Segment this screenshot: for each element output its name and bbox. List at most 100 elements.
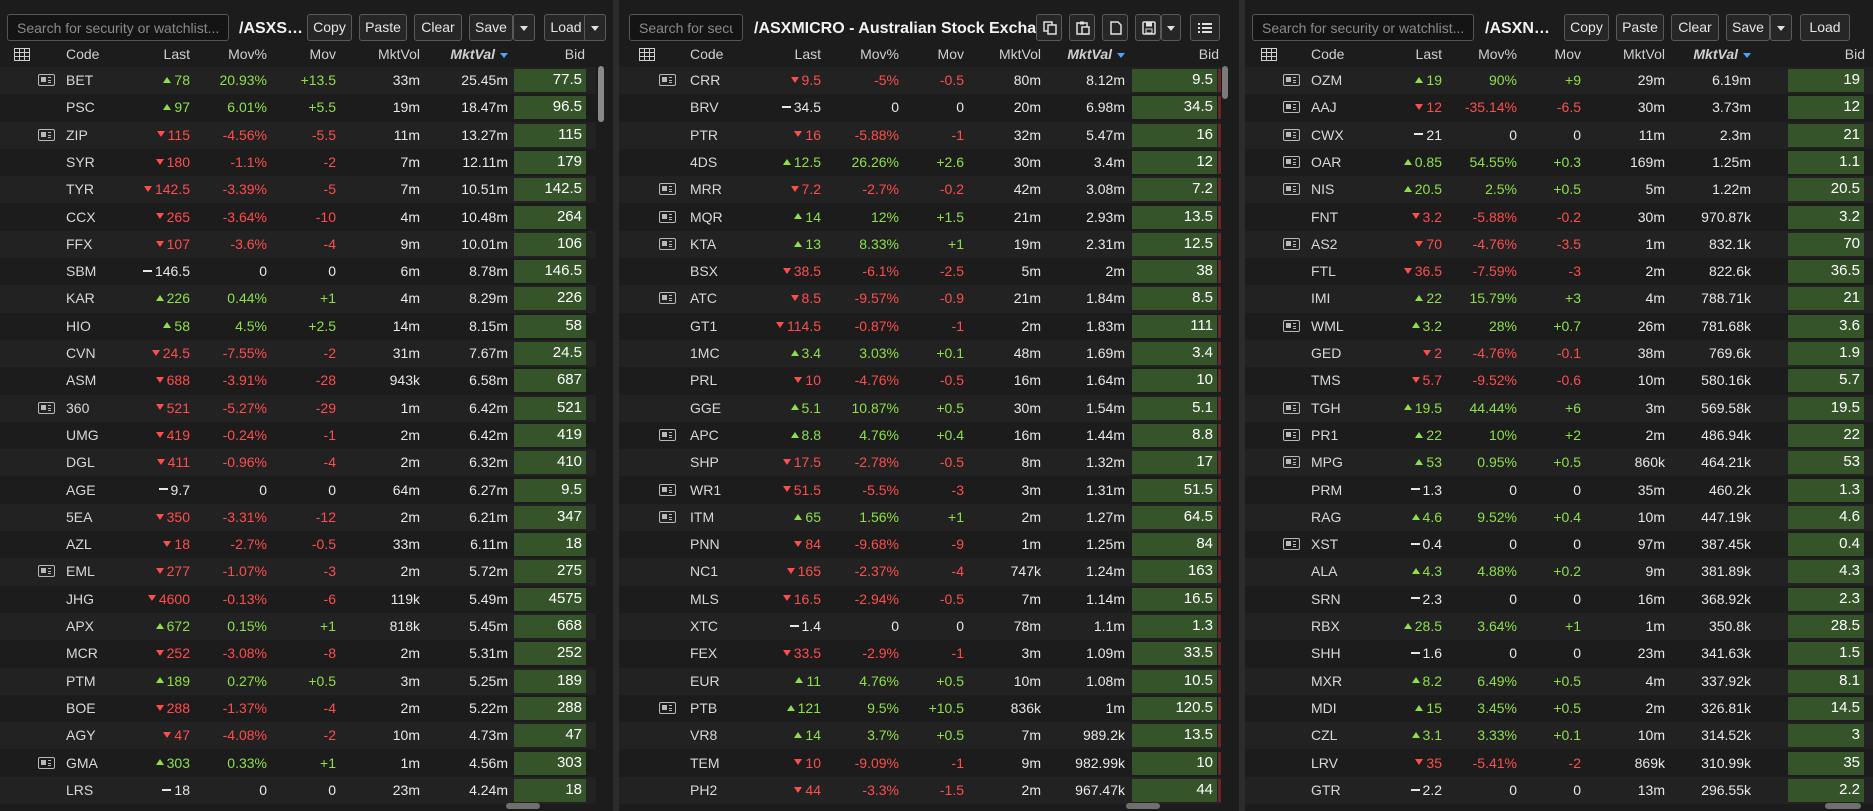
bid-price[interactable]: 2.3 xyxy=(1788,587,1864,611)
save-dropdown-chevron-down-icon[interactable] xyxy=(513,14,535,41)
table-row[interactable]: IMI 22 15.79% +3 4m 788.71k 21 xyxy=(1245,285,1873,313)
security-code[interactable]: SYR xyxy=(66,154,95,170)
news-icon[interactable] xyxy=(659,428,676,441)
table-row[interactable]: APC 8.8 4.76% +0.4 16m 1.44m 8.8 xyxy=(619,422,1221,449)
bid-price[interactable]: 1.3 xyxy=(1788,478,1864,502)
security-search-input[interactable] xyxy=(629,14,743,41)
bid-price[interactable]: 1.9 xyxy=(1788,342,1864,365)
bid-price[interactable]: 19.5 xyxy=(1788,396,1864,420)
security-code[interactable]: APX xyxy=(66,618,94,634)
header-mov[interactable]: Mov xyxy=(1525,46,1581,62)
bid-price[interactable]: 5.1 xyxy=(1132,396,1217,420)
bid-price[interactable]: 10 xyxy=(1132,751,1217,775)
security-code[interactable]: BOE xyxy=(66,700,96,716)
security-code[interactable]: MPG xyxy=(1311,454,1343,470)
news-icon[interactable] xyxy=(38,128,55,141)
bid-price[interactable]: 419 xyxy=(514,423,586,447)
save-dropdown-chevron-down-icon[interactable] xyxy=(1770,14,1792,41)
table-row[interactable]: SHP 17.5 -2.78% -0.5 8m 1.32m 17 xyxy=(619,449,1221,477)
bid-price[interactable]: 0.4 xyxy=(1788,533,1864,557)
table-row[interactable]: MLS 16.5 -2.94% -0.5 7m 1.14m 16.5 xyxy=(619,586,1221,613)
table-row[interactable]: BOE 288 -1.37% -4 2m 5.22m 288 xyxy=(0,695,596,722)
table-row[interactable]: SYR 180 -1.1% -2 7m 12.11m 179 xyxy=(0,149,596,176)
table-row[interactable]: PRM 1.3 0 0 35m 460.2k 1.3 xyxy=(1245,477,1873,504)
table-row[interactable]: 5EA 350 -3.31% -12 2m 6.21m 347 xyxy=(0,503,596,532)
vertical-scrollbar[interactable] xyxy=(598,66,604,122)
table-row[interactable]: CZL 3.1 3.33% +0.1 10m 314.52k 3 xyxy=(1245,722,1873,750)
security-code[interactable]: EML xyxy=(66,563,95,579)
header-mktval-sorted[interactable]: MktVal xyxy=(1673,46,1751,62)
bid-price[interactable]: 18 xyxy=(514,533,586,557)
table-row[interactable]: PH2 44 -3.3% -1.5 2m 967.47k 44 xyxy=(619,776,1221,805)
table-row[interactable]: ITM 65 1.56% +1 2m 1.27m 64.5 xyxy=(619,503,1221,532)
news-icon[interactable] xyxy=(659,483,676,496)
table-row[interactable]: CWX 21 0 0 11m 2.3m 21 xyxy=(1245,121,1873,149)
bid-price[interactable]: 38 xyxy=(1132,260,1217,284)
security-code[interactable]: PH2 xyxy=(690,782,717,798)
news-icon[interactable] xyxy=(1283,128,1300,141)
bid-price[interactable]: 288 xyxy=(514,696,586,720)
security-code[interactable]: PTM xyxy=(66,673,96,689)
bid-price[interactable]: 34.5 xyxy=(1132,96,1217,120)
bid-price[interactable]: 17 xyxy=(1132,451,1217,475)
table-row[interactable]: PRL 10 -4.76% -0.5 16m 1.64m 10 xyxy=(619,367,1221,394)
header-last[interactable]: Last xyxy=(741,46,821,62)
save-button[interactable]: Save xyxy=(1726,14,1770,41)
bid-price[interactable]: 10 xyxy=(1132,369,1217,393)
bid-price[interactable]: 1.3 xyxy=(1132,615,1217,638)
table-row[interactable]: 1MC 3.4 3.03% +0.1 48m 1.69m 3.4 xyxy=(619,340,1221,368)
news-icon[interactable] xyxy=(1283,183,1300,196)
table-row[interactable]: ALA 4.3 4.88% +0.2 9m 381.89k 4.3 xyxy=(1245,558,1873,586)
header-mktvol[interactable]: MktVol xyxy=(346,46,420,62)
table-row[interactable]: EML 277 -1.07% -3 2m 5.72m 275 xyxy=(0,558,596,586)
table-row[interactable]: 4DS 12.5 26.26% +2.6 30m 3.4m 12 xyxy=(619,149,1221,176)
column-grid-icon[interactable] xyxy=(639,48,655,61)
bid-price[interactable]: 264 xyxy=(514,205,586,229)
bid-price[interactable]: 3.4 xyxy=(1132,342,1217,365)
bid-price[interactable]: 142.5 xyxy=(514,178,586,202)
security-code[interactable]: XST xyxy=(1311,536,1338,552)
paste-icon[interactable] xyxy=(1069,14,1095,41)
security-code[interactable]: CZL xyxy=(1311,727,1337,743)
bid-price[interactable]: 4.6 xyxy=(1788,505,1864,529)
watchlist-title[interactable]: /ASXSMALL xyxy=(239,20,304,38)
news-icon[interactable] xyxy=(38,756,55,769)
table-row[interactable]: APX 672 0.15% +1 818k 5.45m 668 xyxy=(0,613,596,641)
table-row[interactable]: GED 2 -4.76% -0.1 38m 769.6k 1.9 xyxy=(1245,340,1873,368)
security-code[interactable]: MXR xyxy=(1311,673,1342,689)
table-row[interactable]: TGH 19.5 44.44% +6 3m 569.58k 19.5 xyxy=(1245,394,1873,422)
table-row[interactable]: VR8 14 3.7% +0.5 7m 989.2k 13.5 xyxy=(619,722,1221,750)
security-code[interactable]: GED xyxy=(1311,345,1341,361)
security-code[interactable]: TEM xyxy=(690,755,720,771)
security-code[interactable]: TGH xyxy=(1311,400,1341,416)
bid-price[interactable]: 12 xyxy=(1132,150,1217,174)
news-icon[interactable] xyxy=(38,74,55,86)
vertical-scrollbar[interactable] xyxy=(1222,66,1228,99)
table-row[interactable]: SRN 2.3 0 0 16m 368.92k 2.3 xyxy=(1245,586,1873,613)
header-bid[interactable]: Bid xyxy=(520,46,585,62)
table-row[interactable]: MDI 15 3.45% +0.5 2m 326.81k 14.5 xyxy=(1245,695,1873,722)
security-code[interactable]: ITM xyxy=(690,509,714,525)
bid-price[interactable]: 3.6 xyxy=(1788,314,1864,338)
bid-price[interactable]: 28.5 xyxy=(1788,615,1864,638)
security-code[interactable]: MCR xyxy=(66,645,98,661)
table-row[interactable]: PTM 189 0.27% +0.5 3m 5.25m 189 xyxy=(0,667,596,695)
table-row[interactable]: PR1 22 10% +2 2m 486.94k 22 xyxy=(1245,422,1873,449)
table-row[interactable]: NC1 165 -2.37% -4 747k 1.24m 163 xyxy=(619,558,1221,586)
news-icon[interactable] xyxy=(659,210,676,223)
news-icon[interactable] xyxy=(659,237,676,250)
bid-price[interactable]: 16.5 xyxy=(1132,587,1217,611)
security-code[interactable]: 5EA xyxy=(66,509,92,525)
security-code[interactable]: RAG xyxy=(1311,509,1341,525)
news-icon[interactable] xyxy=(1283,319,1300,332)
clear-button[interactable]: Clear xyxy=(1671,14,1719,41)
table-row[interactable]: KTA 13 8.33% +1 19m 2.31m 12.5 xyxy=(619,230,1221,259)
news-icon[interactable] xyxy=(1283,237,1300,250)
bid-price[interactable]: 4.3 xyxy=(1788,560,1864,584)
security-code[interactable]: ZIP xyxy=(66,127,88,143)
header-mov[interactable]: Mov xyxy=(276,46,336,62)
security-code[interactable]: SHP xyxy=(690,454,719,470)
header-mktval-sorted[interactable]: MktVal xyxy=(430,46,508,62)
clear-document-icon[interactable] xyxy=(1102,14,1128,41)
bid-price[interactable]: 10.5 xyxy=(1132,669,1217,693)
